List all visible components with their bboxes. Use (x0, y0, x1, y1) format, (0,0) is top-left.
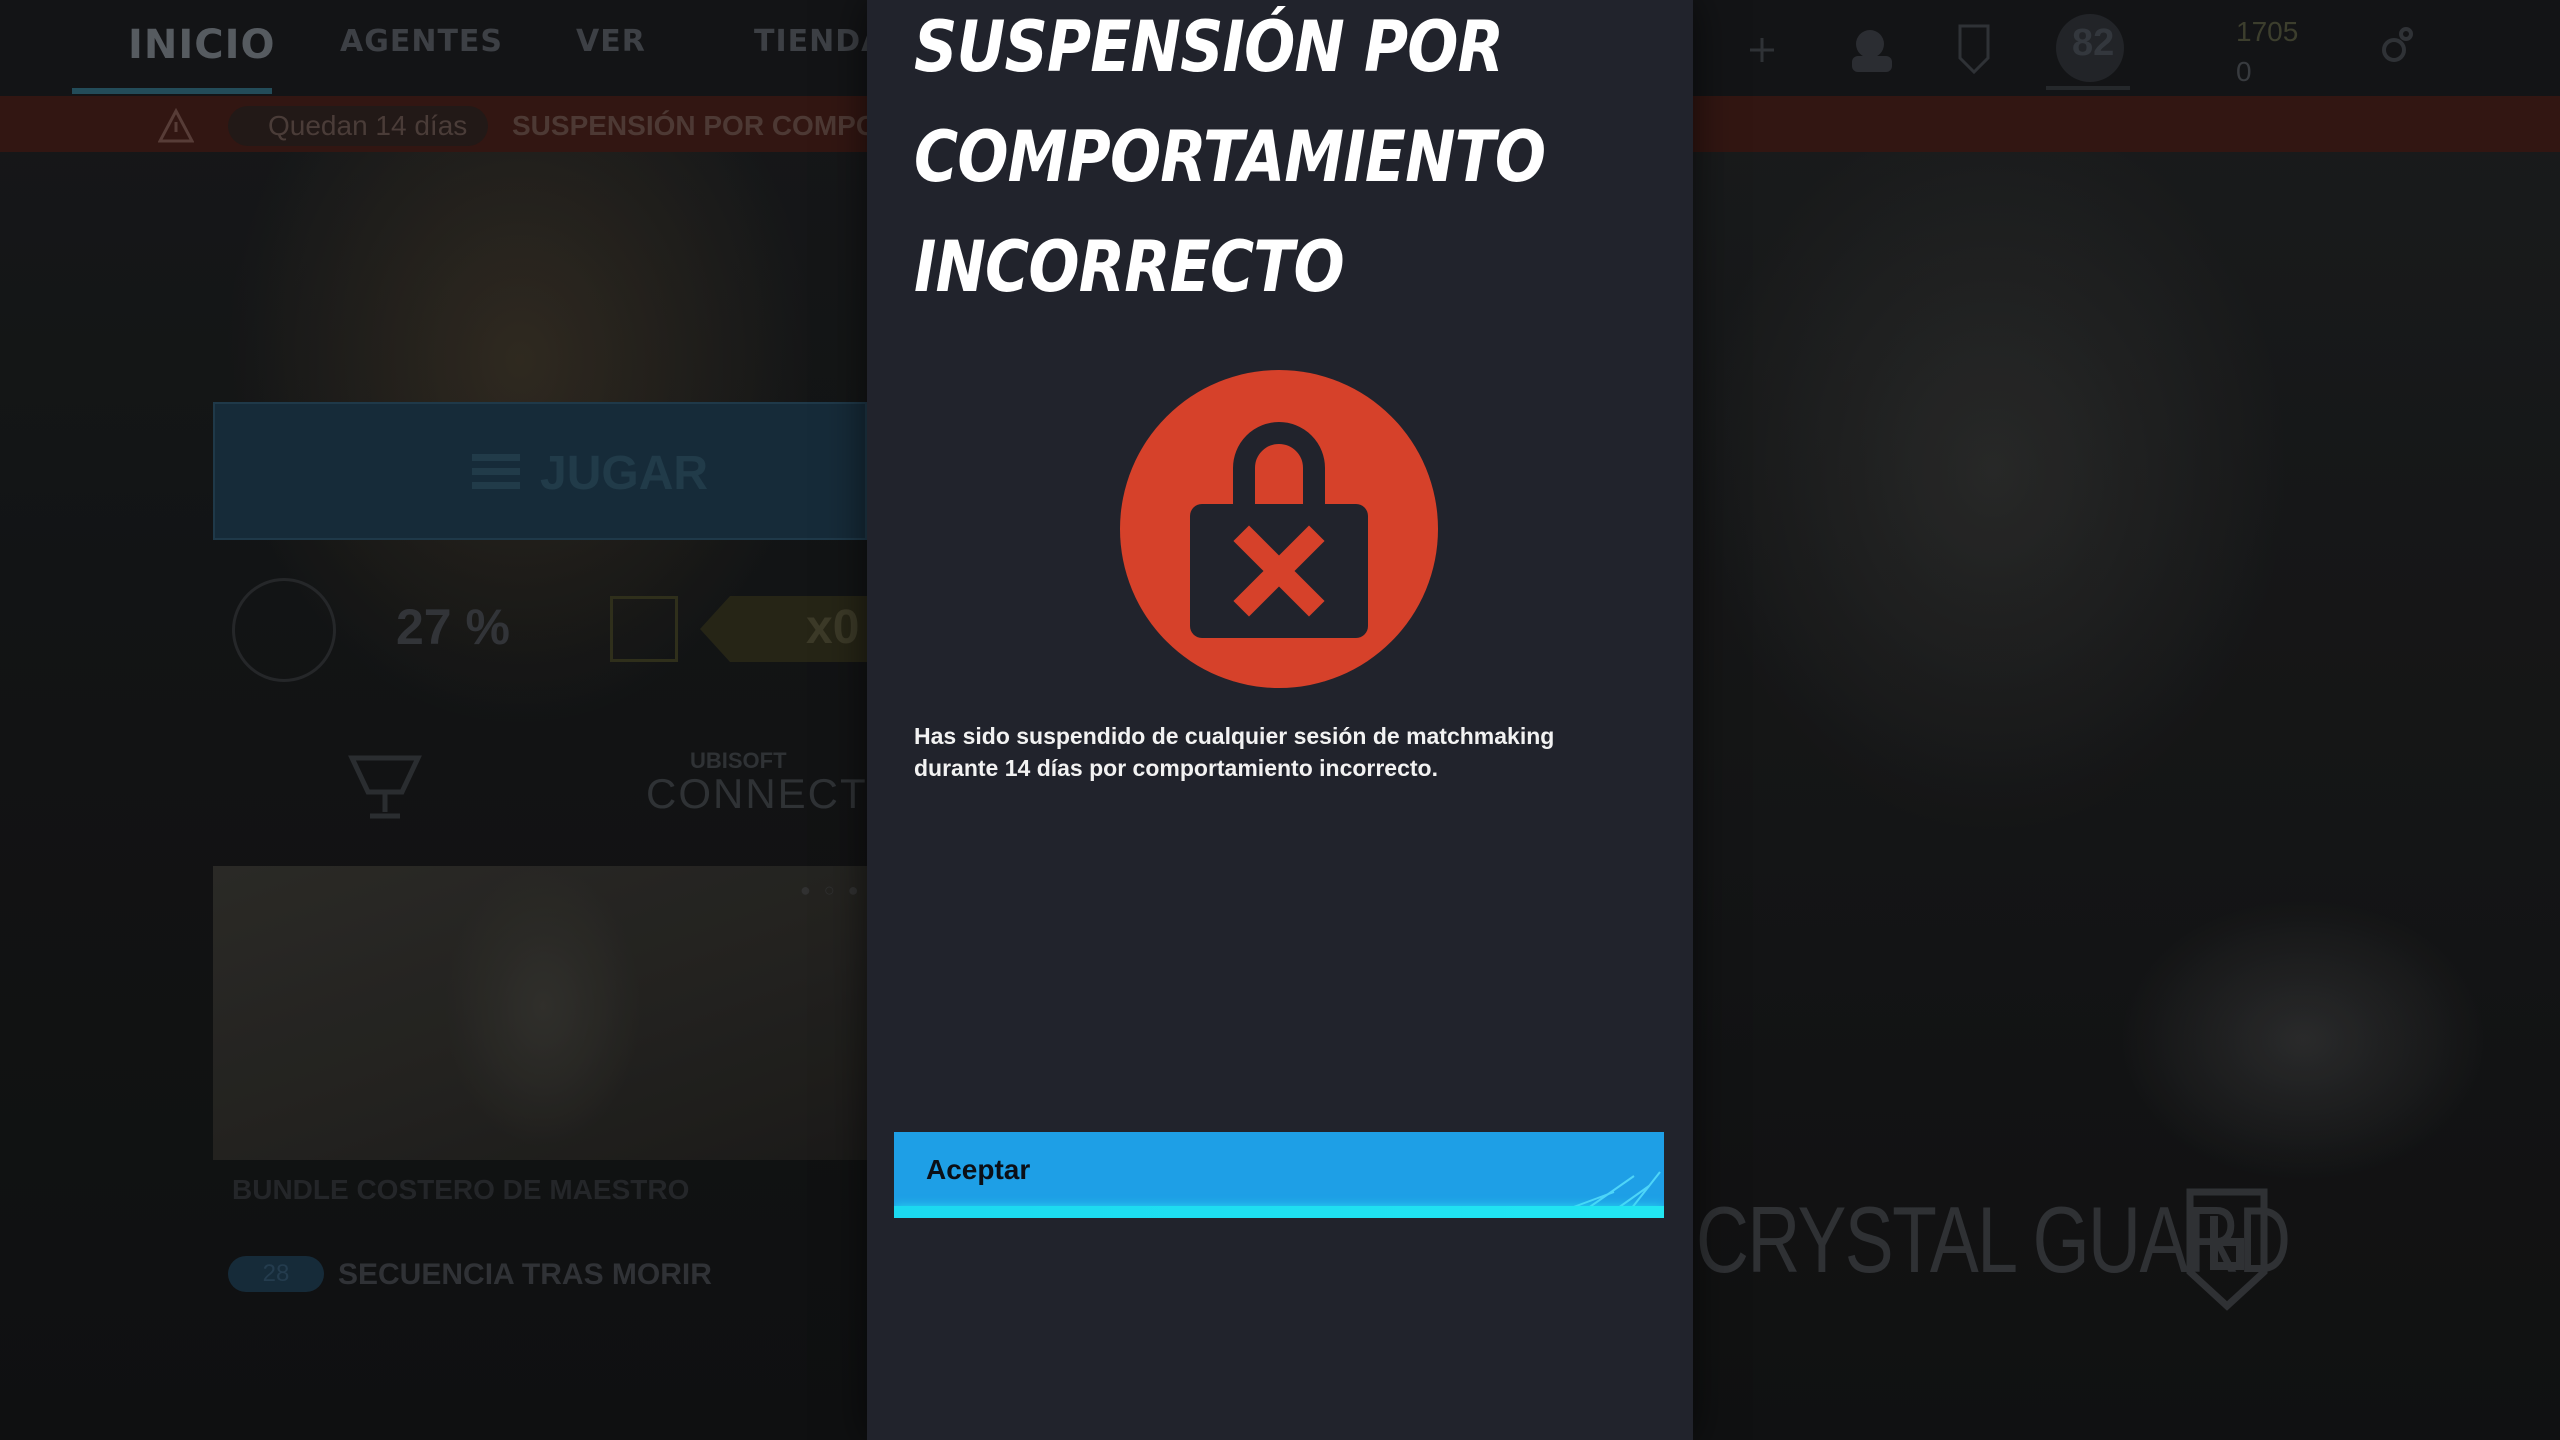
lock-x-icon-glyph (1190, 422, 1368, 638)
modal-title: SUSPENSIÓN POR COMPORTAMIENTO INCORRECTO (914, 6, 1546, 308)
accept-underglow (894, 1206, 1664, 1218)
accept-button[interactable]: Aceptar (894, 1132, 1664, 1218)
accept-label: Aceptar (926, 1154, 1031, 1185)
modal-message: Has sido suspendido de cualquier sesión … (914, 723, 1555, 781)
